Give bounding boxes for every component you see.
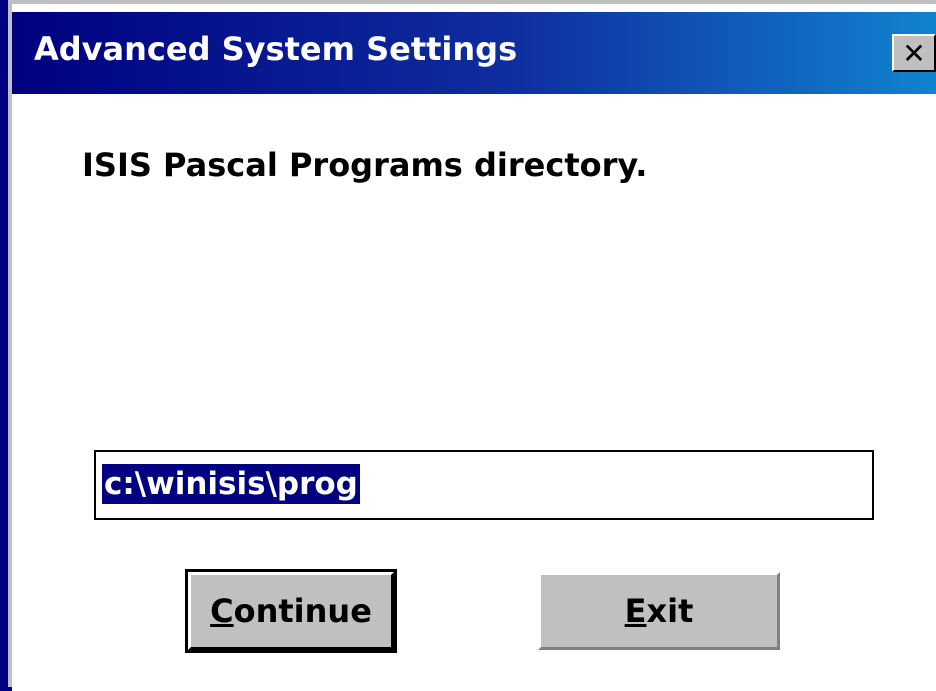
exit-mnemonic: E: [624, 592, 647, 630]
window-title: Advanced System Settings: [34, 30, 518, 68]
continue-mnemonic: C: [210, 592, 234, 630]
exit-label-rest: xit: [646, 592, 694, 630]
close-button[interactable]: ✕: [892, 34, 936, 72]
dialog-window: Advanced System Settings ✕ ISIS Pascal P…: [8, 0, 936, 691]
directory-input[interactable]: c:\winisis\prog: [94, 450, 874, 520]
dialog-body: ISIS Pascal Programs directory. c:\winis…: [12, 94, 936, 691]
exit-button[interactable]: Exit: [538, 572, 780, 650]
directory-input-value: c:\winisis\prog: [102, 464, 360, 504]
continue-label-rest: ontinue: [233, 592, 372, 630]
continue-button[interactable]: Continue: [185, 569, 397, 653]
title-bar[interactable]: Advanced System Settings ✕: [12, 12, 936, 94]
prompt-label: ISIS Pascal Programs directory.: [82, 146, 648, 184]
close-icon: ✕: [902, 36, 926, 70]
